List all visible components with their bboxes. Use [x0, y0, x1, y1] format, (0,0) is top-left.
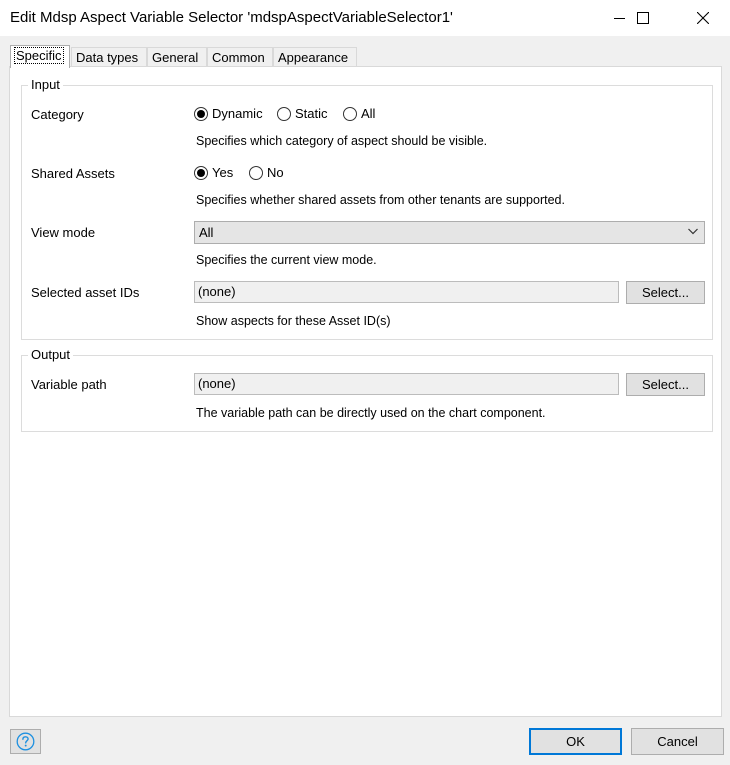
- radio-unchecked-icon: [249, 165, 263, 180]
- tab-label: Data types: [76, 50, 139, 65]
- view-mode-dropdown[interactable]: All: [194, 221, 705, 244]
- cancel-button[interactable]: Cancel: [631, 728, 724, 755]
- group-title: Output: [28, 347, 74, 362]
- variable-path-field[interactable]: (none): [194, 373, 619, 395]
- radio-unchecked-icon: [277, 106, 291, 121]
- selected-asset-ids-field[interactable]: (none): [194, 281, 619, 303]
- group-title: Input: [28, 77, 63, 92]
- maximize-icon: [637, 12, 649, 24]
- close-button[interactable]: [680, 0, 726, 36]
- tab-label: Appearance: [278, 50, 349, 65]
- view-mode-value: All: [199, 225, 214, 240]
- radio-label: Dynamic: [212, 106, 263, 121]
- radio-label: No: [267, 165, 284, 180]
- selected-asset-ids-description: Show aspects for these Asset ID(s): [196, 314, 391, 328]
- radio-label: All: [361, 106, 376, 121]
- select-asset-ids-button[interactable]: Select...: [626, 281, 705, 304]
- shared-assets-label: Shared Assets: [31, 166, 115, 181]
- select-variable-path-button[interactable]: Select...: [626, 373, 705, 396]
- tab-panel: Input Category Dynamic Static All Specif…: [9, 66, 722, 717]
- radio-label: Yes: [212, 165, 234, 180]
- close-icon: [697, 12, 709, 24]
- view-mode-label: View mode: [31, 225, 96, 240]
- shared-assets-description: Specifies whether shared assets from oth…: [196, 193, 565, 207]
- category-radio-static[interactable]: Static: [277, 106, 328, 121]
- field-value: (none): [198, 284, 236, 299]
- tab-label: Specific: [14, 47, 64, 64]
- tab-specific[interactable]: Specific: [10, 45, 70, 68]
- category-radio-dynamic[interactable]: Dynamic: [194, 106, 263, 121]
- tab-label: General: [152, 50, 199, 65]
- tab-data-types[interactable]: Data types: [71, 47, 147, 67]
- window-title: Edit Mdsp Aspect Variable Selector 'mdsp…: [10, 9, 453, 26]
- tab-common[interactable]: Common: [207, 47, 273, 67]
- shared-assets-radio-no[interactable]: No: [249, 165, 284, 180]
- category-description: Specifies which category of aspect shoul…: [196, 134, 488, 148]
- help-button[interactable]: [10, 729, 41, 754]
- view-mode-description: Specifies the current view mode.: [196, 253, 377, 267]
- category-label: Category: [31, 107, 84, 122]
- variable-path-label: Variable path: [31, 377, 107, 392]
- selected-asset-ids-label: Selected asset IDs: [31, 285, 140, 300]
- radio-checked-icon: [194, 106, 208, 121]
- tab-label: Common: [212, 50, 265, 65]
- radio-unchecked-icon: [343, 106, 357, 121]
- field-value: (none): [198, 376, 236, 391]
- input-group: Input Category Dynamic Static All Specif…: [21, 77, 713, 340]
- maximize-button[interactable]: [620, 0, 666, 36]
- tab-appearance[interactable]: Appearance: [273, 47, 357, 67]
- help-icon: [16, 732, 35, 751]
- title-bar: Edit Mdsp Aspect Variable Selector 'mdsp…: [0, 0, 730, 36]
- radio-checked-icon: [194, 165, 208, 180]
- shared-assets-radio-yes[interactable]: Yes: [194, 165, 233, 180]
- ok-button[interactable]: OK: [529, 728, 622, 755]
- output-group: Output Variable path (none) Select... Th…: [21, 347, 713, 432]
- category-radio-all[interactable]: All: [343, 106, 375, 121]
- chevron-down-icon: [688, 228, 698, 235]
- radio-label: Static: [295, 106, 328, 121]
- tab-general[interactable]: General: [147, 47, 207, 67]
- variable-path-description: The variable path can be directly used o…: [196, 406, 546, 420]
